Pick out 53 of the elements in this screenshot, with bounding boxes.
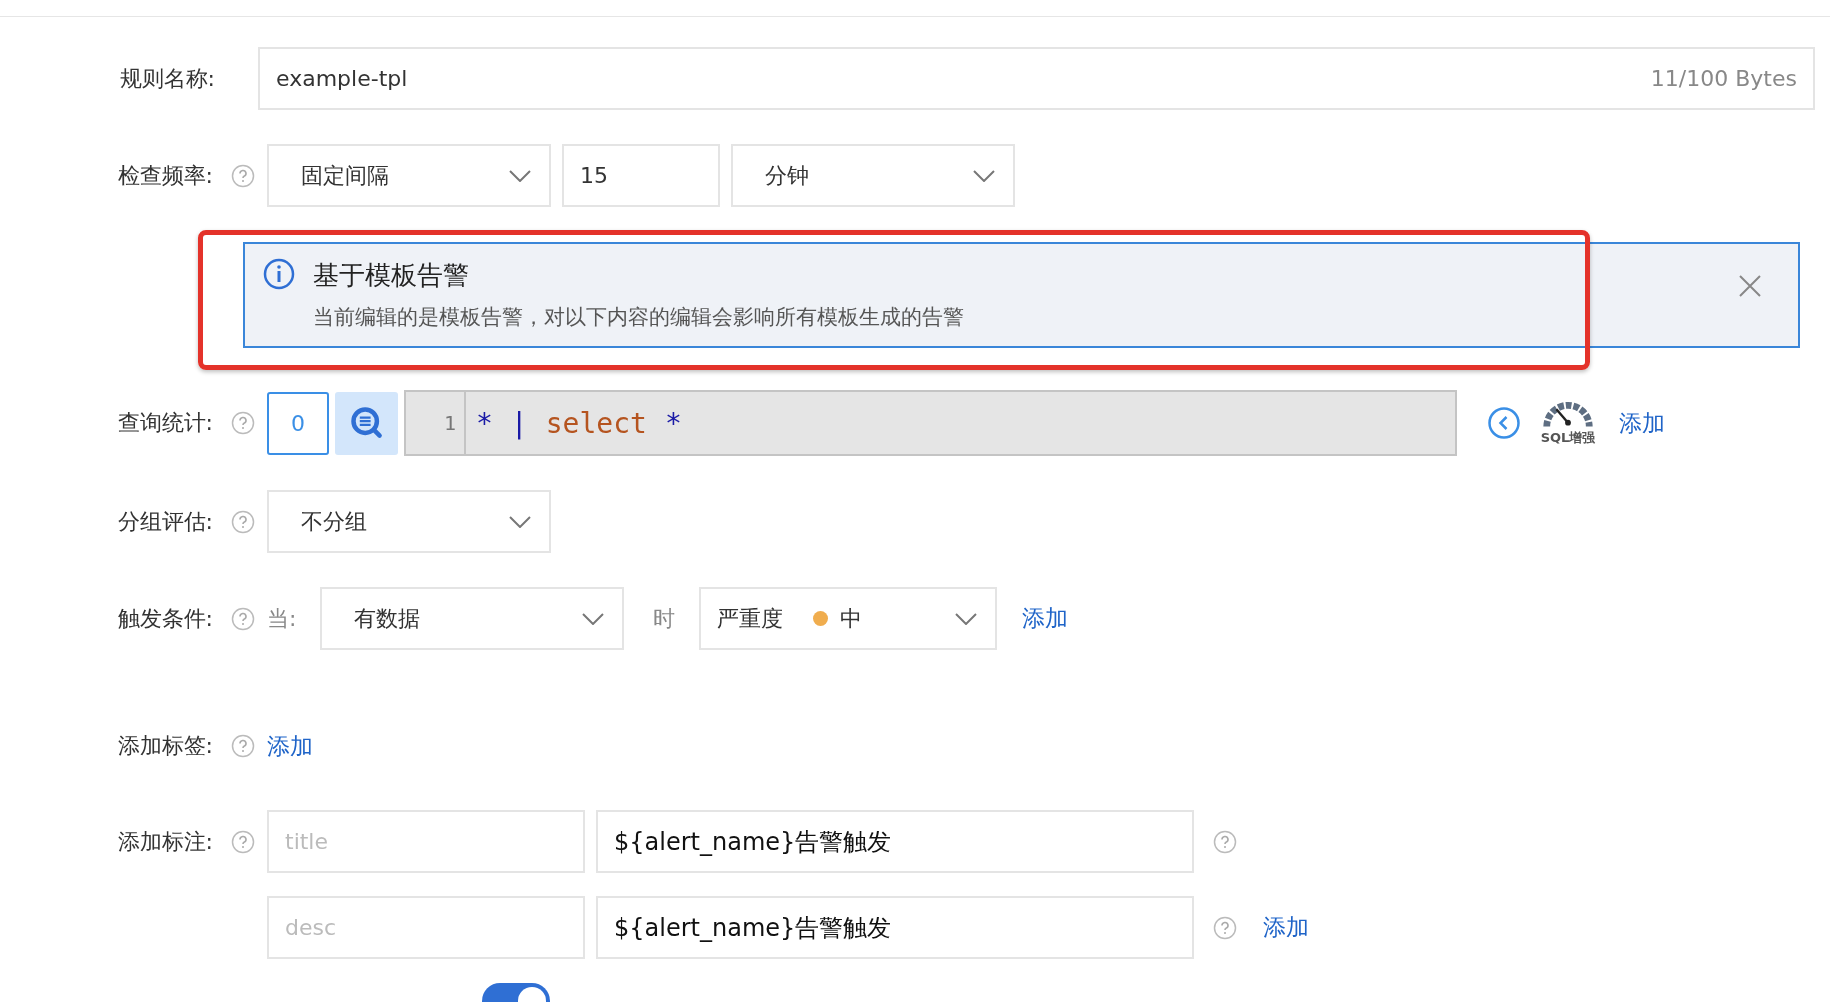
help-icon[interactable] — [231, 411, 255, 435]
chevron-down-icon — [973, 169, 995, 182]
severity-value: 中 — [840, 604, 864, 633]
interval-input[interactable]: 15 — [562, 144, 720, 207]
help-icon[interactable] — [231, 829, 255, 854]
field-label: 添加标注: — [116, 827, 213, 856]
severity-label: 严重度 — [717, 604, 784, 633]
field-label: 规则名称: — [118, 64, 215, 93]
value-input[interactable]: ${alert_name}告警触发 — [596, 896, 1194, 959]
grouping-select[interactable]: 不分组 — [267, 490, 551, 553]
help-icon[interactable] — [1213, 915, 1237, 940]
field-label: 分组评估: — [116, 507, 213, 536]
field-label: 添加标签: — [116, 732, 213, 760]
key-input[interactable]: title — [267, 810, 585, 873]
chevron-down-icon — [509, 515, 531, 528]
add-link[interactable]: 添加 — [1022, 603, 1069, 634]
then-label: 时 — [653, 604, 676, 633]
close-icon[interactable] — [1738, 274, 1762, 298]
key-input[interactable]: desc — [267, 896, 585, 959]
line-number: 1 — [406, 392, 466, 454]
code-line: * | select * — [475, 406, 682, 440]
severity-select[interactable]: 严重度 中 — [699, 587, 998, 650]
alert-title: 基于模板告警 — [313, 259, 470, 292]
chevron-down-icon — [582, 612, 605, 625]
search-button[interactable] — [335, 391, 398, 455]
help-icon[interactable] — [231, 606, 255, 631]
help-icon[interactable] — [231, 509, 255, 534]
help-icon[interactable] — [231, 163, 255, 188]
chevron-down-icon — [509, 169, 531, 182]
add-link[interactable]: 添加 — [1619, 407, 1665, 439]
field-label: 查询统计: — [116, 409, 213, 437]
code-editor[interactable]: 1 * | select * — [404, 390, 1457, 456]
field-label: 检查频率: — [116, 161, 213, 190]
when-label: 当: — [267, 604, 297, 633]
info-icon — [263, 258, 295, 290]
frequency-select[interactable]: 固定间隔 — [267, 144, 551, 207]
condition-select[interactable]: 有数据 — [320, 587, 625, 650]
input-value: example-tpl — [276, 66, 408, 91]
alert-message: 当前编辑的是模板告警，对以下内容的编辑会影响所有模板生成的告警 — [313, 304, 965, 331]
add-link[interactable]: 添加 — [267, 730, 313, 762]
rule-name-input[interactable]: example-tpl 11/100 Bytes — [258, 47, 1815, 110]
chevron-left-circle-icon[interactable] — [1487, 406, 1521, 440]
unit-select[interactable]: 分钟 — [731, 144, 1015, 207]
count-badge: 0 — [267, 391, 329, 455]
chevron-down-icon — [955, 612, 978, 625]
field-label: 触发条件: — [116, 604, 213, 633]
sql-enhance-button[interactable]: SQL增强 — [1539, 399, 1597, 447]
add-link[interactable]: 添加 — [1263, 912, 1309, 943]
value-input[interactable]: ${alert_name}告警触发 — [596, 810, 1194, 873]
help-icon[interactable] — [1213, 829, 1237, 854]
byte-counter: 11/100 Bytes — [1650, 66, 1797, 91]
search-icon — [348, 405, 385, 441]
help-icon[interactable] — [231, 734, 255, 758]
